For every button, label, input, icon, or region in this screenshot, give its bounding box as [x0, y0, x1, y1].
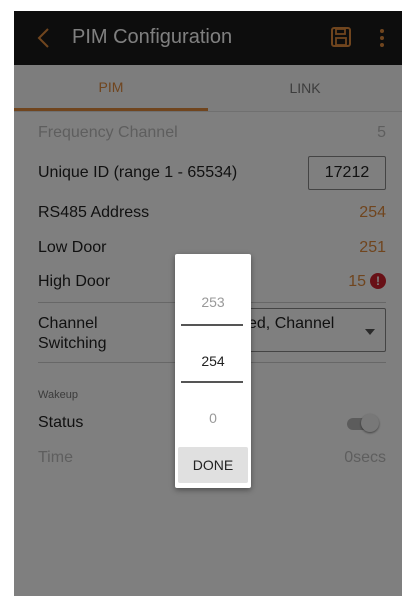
picker-option-selected[interactable]: 254 [175, 353, 251, 369]
done-button[interactable]: DONE [178, 447, 248, 483]
picker-option-above[interactable]: 253 [175, 294, 251, 310]
app-screen: PIM Configuration PIM LINK Frequency Cha… [14, 11, 402, 596]
picker-selection-line [181, 381, 243, 383]
picker-selection-line [181, 324, 243, 326]
picker-option-below[interactable]: 0 [175, 410, 251, 426]
number-picker-dialog: 253 254 0 DONE [175, 254, 251, 488]
